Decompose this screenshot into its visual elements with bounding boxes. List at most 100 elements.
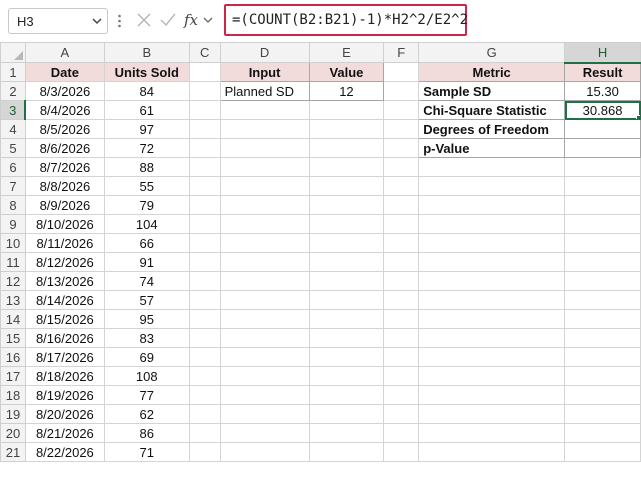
cell-input[interactable] xyxy=(219,442,310,462)
cell-date[interactable]: 8/13/2026 xyxy=(24,271,105,291)
cell-empty[interactable] xyxy=(188,366,221,386)
cell-input[interactable] xyxy=(219,290,310,310)
cell-value[interactable] xyxy=(308,233,385,253)
cell-metric[interactable]: Sample SD xyxy=(418,81,566,101)
cell-metric[interactable] xyxy=(418,176,566,196)
cell-empty[interactable] xyxy=(383,62,420,82)
cell-result[interactable] xyxy=(564,347,641,367)
cell-result[interactable]: 15.30 xyxy=(564,81,641,101)
cell-empty[interactable] xyxy=(188,176,221,196)
row-header[interactable]: 11 xyxy=(0,252,26,272)
cell-input[interactable] xyxy=(219,157,310,177)
row-header[interactable]: 5 xyxy=(0,138,26,158)
cell-metric[interactable] xyxy=(418,290,566,310)
col-header-f[interactable]: F xyxy=(383,42,420,63)
cell-input[interactable] xyxy=(219,404,310,424)
cell-units-sold[interactable]: 104 xyxy=(103,214,190,234)
cell-empty[interactable] xyxy=(188,214,221,234)
cell-input[interactable] xyxy=(219,347,310,367)
cell-value[interactable] xyxy=(308,404,385,424)
cell-date[interactable]: 8/10/2026 xyxy=(24,214,105,234)
cell-empty[interactable] xyxy=(383,290,420,310)
cell-empty[interactable] xyxy=(188,442,221,462)
cell-date[interactable]: 8/11/2026 xyxy=(24,233,105,253)
cell-units-sold[interactable]: 71 xyxy=(103,442,190,462)
cell-input[interactable] xyxy=(219,119,310,139)
row-header[interactable]: 17 xyxy=(0,366,26,386)
cell-empty[interactable] xyxy=(383,442,420,462)
cell-units-sold[interactable]: 55 xyxy=(103,176,190,196)
col-header-b[interactable]: B xyxy=(103,42,190,63)
cell-metric[interactable] xyxy=(418,214,566,234)
cell-date[interactable]: 8/5/2026 xyxy=(24,119,105,139)
cell-date[interactable]: 8/7/2026 xyxy=(24,157,105,177)
row-header[interactable]: 4 xyxy=(0,119,26,139)
row-header[interactable]: 8 xyxy=(0,195,26,215)
row-header[interactable]: 15 xyxy=(0,328,26,348)
cell-result[interactable] xyxy=(564,290,641,310)
row-header[interactable]: 20 xyxy=(0,423,26,443)
cell-empty[interactable] xyxy=(383,138,420,158)
cell-result[interactable] xyxy=(564,423,641,443)
row-header[interactable]: 18 xyxy=(0,385,26,405)
cell-value[interactable] xyxy=(308,195,385,215)
cell-date[interactable]: 8/18/2026 xyxy=(24,366,105,386)
cell-input[interactable] xyxy=(219,195,310,215)
cell-empty[interactable] xyxy=(188,157,221,177)
cell-empty[interactable] xyxy=(188,138,221,158)
cell-result[interactable] xyxy=(564,271,641,291)
cell-value[interactable] xyxy=(308,176,385,196)
cell-value[interactable] xyxy=(308,328,385,348)
cell-date[interactable]: 8/21/2026 xyxy=(24,423,105,443)
cell-value[interactable] xyxy=(308,138,385,158)
cell-value[interactable] xyxy=(308,252,385,272)
cell-input[interactable] xyxy=(219,328,310,348)
cell-units-sold[interactable]: 66 xyxy=(103,233,190,253)
cell-units-sold[interactable]: 83 xyxy=(103,328,190,348)
cell-result[interactable]: 30.868 xyxy=(564,100,641,120)
cell-empty[interactable] xyxy=(383,119,420,139)
cell-date[interactable]: 8/9/2026 xyxy=(24,195,105,215)
cell-metric[interactable] xyxy=(418,309,566,329)
row-header[interactable]: 10 xyxy=(0,233,26,253)
cell-empty[interactable] xyxy=(188,81,221,101)
cell-empty[interactable] xyxy=(188,271,221,291)
cell-metric[interactable] xyxy=(418,442,566,462)
cell-value[interactable] xyxy=(308,290,385,310)
cell-units-sold[interactable]: 77 xyxy=(103,385,190,405)
cell-input[interactable] xyxy=(219,271,310,291)
cell-result[interactable] xyxy=(564,176,641,196)
cell-input[interactable] xyxy=(219,176,310,196)
row-header[interactable]: 1 xyxy=(0,62,26,82)
cell-empty[interactable] xyxy=(188,100,221,120)
cell-empty[interactable] xyxy=(383,347,420,367)
cell-empty[interactable] xyxy=(383,252,420,272)
cell-value[interactable] xyxy=(308,157,385,177)
cell-empty[interactable] xyxy=(383,81,420,101)
cell-units-sold[interactable]: 62 xyxy=(103,404,190,424)
col-header-e[interactable]: E xyxy=(308,42,385,63)
cell-date[interactable]: 8/17/2026 xyxy=(24,347,105,367)
cell-result[interactable] xyxy=(564,119,641,139)
cell-input[interactable] xyxy=(219,423,310,443)
cell-value[interactable]: 12 xyxy=(308,81,385,101)
cell-value[interactable]: Value xyxy=(308,62,385,82)
row-header[interactable]: 3 xyxy=(0,100,27,120)
cell-date[interactable]: 8/16/2026 xyxy=(24,328,105,348)
cell-empty[interactable] xyxy=(188,347,221,367)
cell-input[interactable] xyxy=(219,309,310,329)
cell-metric[interactable] xyxy=(418,404,566,424)
cell-date[interactable]: 8/20/2026 xyxy=(24,404,105,424)
row-header[interactable]: 12 xyxy=(0,271,26,291)
cell-metric[interactable] xyxy=(418,233,566,253)
cell-units-sold[interactable]: 91 xyxy=(103,252,190,272)
cell-date[interactable]: 8/8/2026 xyxy=(24,176,105,196)
cell-value[interactable] xyxy=(308,366,385,386)
cell-empty[interactable] xyxy=(383,423,420,443)
cell-empty[interactable] xyxy=(383,366,420,386)
row-header[interactable]: 6 xyxy=(0,157,26,177)
cell-value[interactable] xyxy=(308,423,385,443)
cell-units-sold[interactable]: 72 xyxy=(103,138,190,158)
cell-result[interactable] xyxy=(564,233,641,253)
cell-metric[interactable] xyxy=(418,385,566,405)
